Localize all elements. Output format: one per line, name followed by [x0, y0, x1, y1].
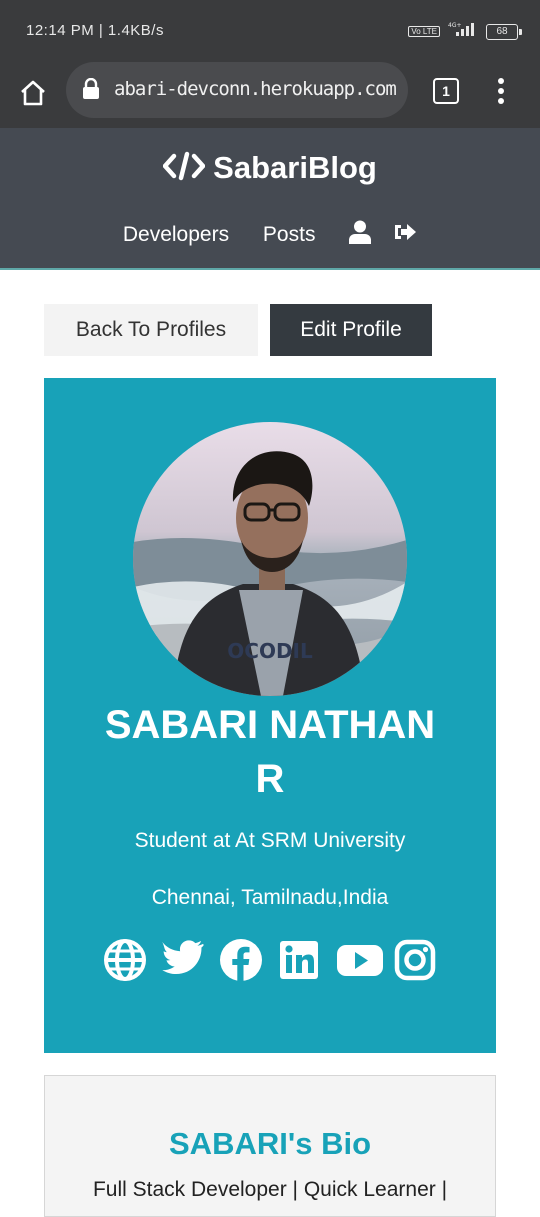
profile-location: Chennai, Tamilnadu,India — [151, 886, 389, 909]
status-time: 12:14 PM | 1.4KB/s — [26, 22, 164, 39]
battery-icon: 68 — [486, 23, 522, 40]
youtube-icon[interactable] — [335, 938, 383, 982]
brand-logo[interactable]: SabariBlog — [0, 150, 540, 186]
nav-links: Developers Posts — [0, 220, 540, 250]
instagram-icon[interactable] — [393, 938, 437, 982]
edit-profile-button[interactable]: Edit Profile — [270, 304, 432, 356]
profile-name-line1: SABARI NATHAN — [104, 703, 436, 747]
nav-posts-link[interactable]: Posts — [263, 223, 316, 247]
home-icon[interactable] — [18, 78, 48, 108]
address-bar[interactable]: abari-devconn.herokuapp.com — [66, 62, 408, 118]
lock-icon — [82, 77, 100, 105]
logout-icon[interactable] — [393, 222, 417, 248]
code-icon — [162, 151, 206, 181]
back-to-profiles-button[interactable]: Back To Profiles — [44, 304, 258, 356]
signal-icon: 4G+ — [448, 21, 478, 42]
brand-text: SabariBlog — [213, 150, 377, 185]
avatar: OCODIL — [133, 422, 407, 696]
browser-toolbar: abari-devconn.herokuapp.com 1 — [0, 62, 540, 128]
profile-name-line2: R — [255, 757, 285, 801]
status-icons: Vo LTE 4G+ 68 — [408, 21, 522, 42]
profile-card: OCODIL SABARI NATHAN R Student at At SRM… — [44, 378, 496, 1053]
profile-status: Student at At SRM University — [134, 829, 406, 852]
twitter-icon[interactable] — [161, 938, 205, 982]
profile-name: SABARI NATHAN R — [44, 698, 496, 806]
tab-switcher-button[interactable]: 1 — [433, 78, 459, 104]
social-links — [44, 938, 496, 982]
linkedin-icon[interactable] — [277, 938, 321, 982]
url-text: abari-devconn.herokuapp.com — [114, 78, 397, 100]
svg-text:OCODIL: OCODIL — [227, 639, 313, 663]
more-menu-icon[interactable] — [496, 76, 506, 106]
bio-card: SABARI's Bio Full Stack Developer | Quic… — [44, 1075, 496, 1217]
bio-text: Full Stack Developer | Quick Learner | — [92, 1178, 448, 1201]
nav-developers-link[interactable]: Developers — [123, 223, 229, 247]
facebook-icon[interactable] — [219, 938, 263, 982]
globe-icon[interactable] — [103, 938, 147, 982]
user-icon[interactable] — [349, 220, 372, 250]
site-navbar: SabariBlog Developers Posts — [0, 128, 540, 270]
network-type-label: 4G+ — [448, 22, 462, 29]
status-bar: 12:14 PM | 1.4KB/s Vo LTE 4G+ 68 — [0, 0, 540, 64]
bio-title: SABARI's Bio — [169, 1126, 371, 1161]
volte-icon: Vo LTE — [408, 26, 440, 37]
